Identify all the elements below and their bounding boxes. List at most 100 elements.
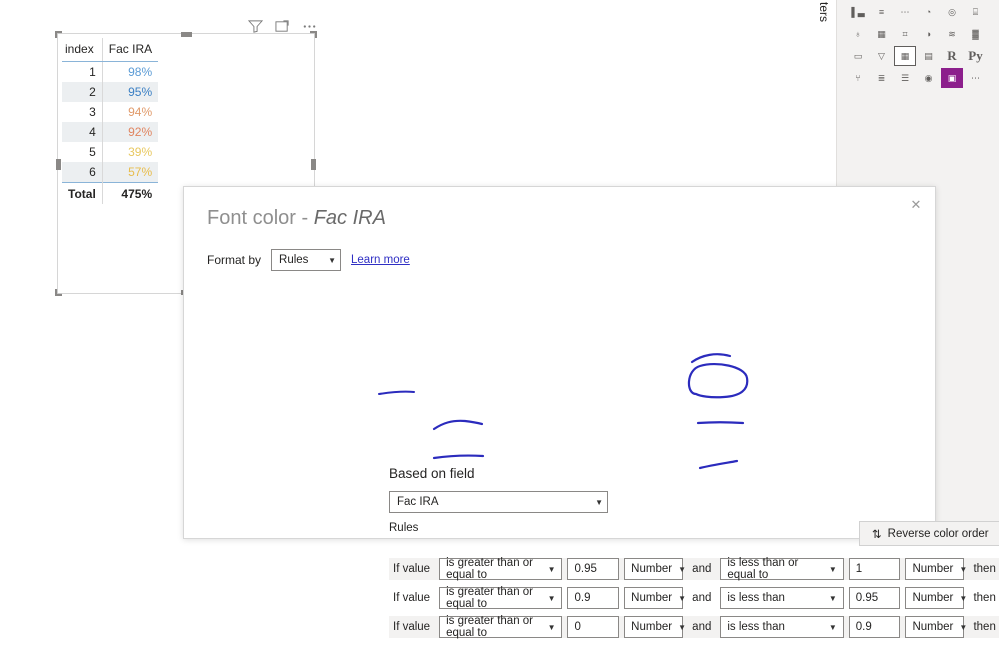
chevron-down-icon: ▼ — [547, 622, 556, 632]
table-cell-index: 5 — [89, 145, 96, 159]
chevron-down-icon: ▼ — [328, 255, 337, 265]
learn-more-link[interactable]: Learn more — [351, 254, 410, 266]
rule-action-buttons: ⇅ Reverse color order + New rule — [859, 521, 999, 546]
filter-icon[interactable] — [248, 19, 263, 34]
lower-unit-select[interactable]: Number ▼ — [624, 587, 686, 609]
filled-map-icon[interactable]: ▦ — [871, 24, 893, 44]
dialog-title-prefix: Font color - — [207, 207, 314, 229]
rule-row[interactable]: If value is greater than or equal to ▼ 0.95… — [389, 557, 999, 581]
upper-condition-select-value: is less than or equal to — [727, 557, 799, 581]
upper-condition-select[interactable]: is less than or equal to ▼ — [720, 557, 844, 581]
table-row[interactable]: 1 98% — [62, 61, 159, 82]
table-row[interactable]: 6 57% — [62, 162, 159, 183]
upper-value-input[interactable]: 0.9 — [848, 616, 901, 638]
upper-unit-select[interactable]: Number ▼ — [905, 616, 967, 638]
decomposition-tree-icon[interactable]: ⑂ — [847, 68, 869, 88]
format-by-value: Rules — [279, 254, 309, 266]
lower-value-input-value: 0.9 — [574, 592, 591, 604]
table-row[interactable]: 4 92% — [62, 122, 159, 142]
if-value-label: If value — [393, 592, 431, 604]
table-cell-value: 94% — [101, 102, 159, 122]
rule-row[interactable]: If value is greater than or equal to ▼ 0 Num… — [389, 615, 999, 639]
smart-narrative-icon[interactable]: ☰ — [894, 68, 916, 88]
more-visuals-icon[interactable]: ⋯ — [965, 68, 987, 88]
format-by-select[interactable]: Rules ▼ — [271, 249, 342, 271]
ribbon-chart-icon[interactable]: ≋ — [941, 24, 963, 44]
font-color-dialog[interactable]: ✕ Font color - Fac IRA Format by Rules ▼… — [183, 186, 999, 639]
gauge-icon[interactable]: ◑ — [918, 24, 940, 44]
table-icon[interactable]: ▦ — [894, 46, 916, 66]
r-script-visual-icon[interactable]: R — [941, 46, 963, 66]
column-header-index[interactable]: index — [62, 38, 103, 62]
chevron-down-icon: ▼ — [959, 564, 968, 574]
resize-handle-top[interactable] — [181, 32, 192, 37]
upper-condition-select[interactable]: is less than ▼ — [720, 616, 844, 638]
upper-unit-select[interactable]: Number ▼ — [905, 587, 967, 609]
lower-value-input[interactable]: 0.95 — [567, 558, 620, 580]
map-icon[interactable]: ♁ — [847, 24, 869, 44]
lower-value-input[interactable]: 0.9 — [567, 587, 620, 609]
table-cell-value: 98% — [101, 61, 159, 82]
lower-condition-select[interactable]: is greater than or equal to ▼ — [439, 586, 563, 610]
table-cell-index: 1 — [89, 65, 96, 79]
shape-map-icon[interactable]: ⌗ — [894, 24, 916, 44]
filters-pane-tab[interactable]: ters — [816, 0, 837, 60]
resize-handle-left[interactable] — [56, 158, 61, 170]
python-visual-icon[interactable]: Py — [965, 46, 987, 66]
chevron-down-icon: ▼ — [828, 564, 837, 574]
close-icon[interactable]: ✕ — [906, 195, 926, 215]
lower-condition-select[interactable]: is greater than or equal to ▼ — [439, 557, 563, 581]
funnel-icon[interactable]: ▽ — [871, 46, 893, 66]
lower-condition-select[interactable]: is greater than or equal to ▼ — [439, 615, 563, 639]
rules-list: If value is greater than or equal to ▼ 0.95… — [389, 557, 999, 645]
upper-value-input[interactable]: 1 — [848, 558, 901, 580]
arcgis-map-icon[interactable]: ◉ — [918, 68, 940, 88]
resize-handle-top-left[interactable] — [55, 31, 62, 38]
reverse-color-order-button[interactable]: ⇅ Reverse color order — [859, 521, 999, 546]
chevron-down-icon: ▼ — [828, 622, 837, 632]
lower-condition-select-value: is greater than or equal to — [446, 615, 534, 639]
lower-unit-select[interactable]: Number ▼ — [624, 558, 686, 580]
dialog-title: Font color - Fac IRA — [207, 207, 386, 230]
upper-condition-select[interactable]: is less than ▼ — [720, 587, 844, 609]
donut-chart-icon[interactable]: ◎ — [941, 2, 963, 22]
scatter-chart-icon[interactable]: ⋯ — [894, 2, 916, 22]
upper-unit-select[interactable]: Number ▼ — [905, 558, 968, 580]
based-on-field-select[interactable]: Fac IRA ▼ — [389, 491, 608, 513]
lower-value-input[interactable]: 0 — [567, 616, 620, 638]
chevron-down-icon: ▼ — [547, 593, 556, 603]
upper-condition-select-value: is less than — [727, 621, 785, 633]
matrix-icon[interactable]: ▤ — [918, 46, 940, 66]
column-header-fac-ira[interactable]: Fac IRA — [101, 38, 159, 62]
chevron-down-icon: ▼ — [678, 622, 686, 632]
resize-handle-bottom-left[interactable] — [55, 289, 62, 296]
upper-value-input[interactable]: 0.95 — [848, 587, 901, 609]
based-on-field-label: Based on field — [389, 466, 475, 481]
lower-unit-select[interactable]: Number ▼ — [624, 616, 686, 638]
table-cell-value: 95% — [101, 82, 159, 102]
treemap-icon[interactable]: ⌸ — [965, 2, 987, 22]
upper-unit-select-value: Number — [912, 563, 954, 575]
table-row[interactable]: 2 95% — [62, 82, 159, 102]
stacked-bar-chart-icon[interactable]: ▌▃ — [847, 2, 869, 22]
clustered-bar-chart-icon[interactable]: ≡ — [871, 2, 893, 22]
card-icon[interactable]: ▭ — [847, 46, 869, 66]
resize-handle-top-right[interactable] — [310, 31, 317, 38]
resize-handle-right[interactable] — [311, 158, 316, 170]
rule-row[interactable]: If value is greater than or equal to ▼ 0.9 N… — [389, 586, 999, 610]
sort-arrows-icon: ⇅ — [872, 528, 882, 541]
upper-value-input-value: 0.95 — [855, 592, 879, 604]
then-label: then — [973, 563, 996, 575]
table-row[interactable]: 5 39% — [62, 142, 159, 162]
lower-condition-select-value: is greater than or equal to — [446, 586, 534, 610]
chevron-down-icon: ▼ — [595, 497, 603, 507]
visual-type-gallery[interactable]: ▌▃ ≡ ⋯ ◔ ◎ ⌸ ♁ ▦ ⌗ ◑ ≋ ▓ ▭ ▽ ▦ ▤ R Py ⑂ ≣ ☰ ◉ ▣ ⋯ — [847, 2, 987, 88]
paginated-report-icon[interactable]: ▣ — [941, 68, 963, 88]
pie-chart-icon[interactable]: ◔ — [918, 2, 940, 22]
table-cell-index: 3 — [89, 105, 96, 119]
waterfall-chart-icon[interactable]: ▓ — [965, 24, 987, 44]
focus-mode-icon[interactable] — [275, 19, 290, 34]
table-row[interactable]: 3 94% — [62, 102, 159, 122]
table-visual[interactable]: index Fac IRA 1 98% 2 95% 3 94% 4 92% 5 39% 6 57% To… — [62, 38, 159, 204]
key-influencers-icon[interactable]: ≣ — [871, 68, 893, 88]
